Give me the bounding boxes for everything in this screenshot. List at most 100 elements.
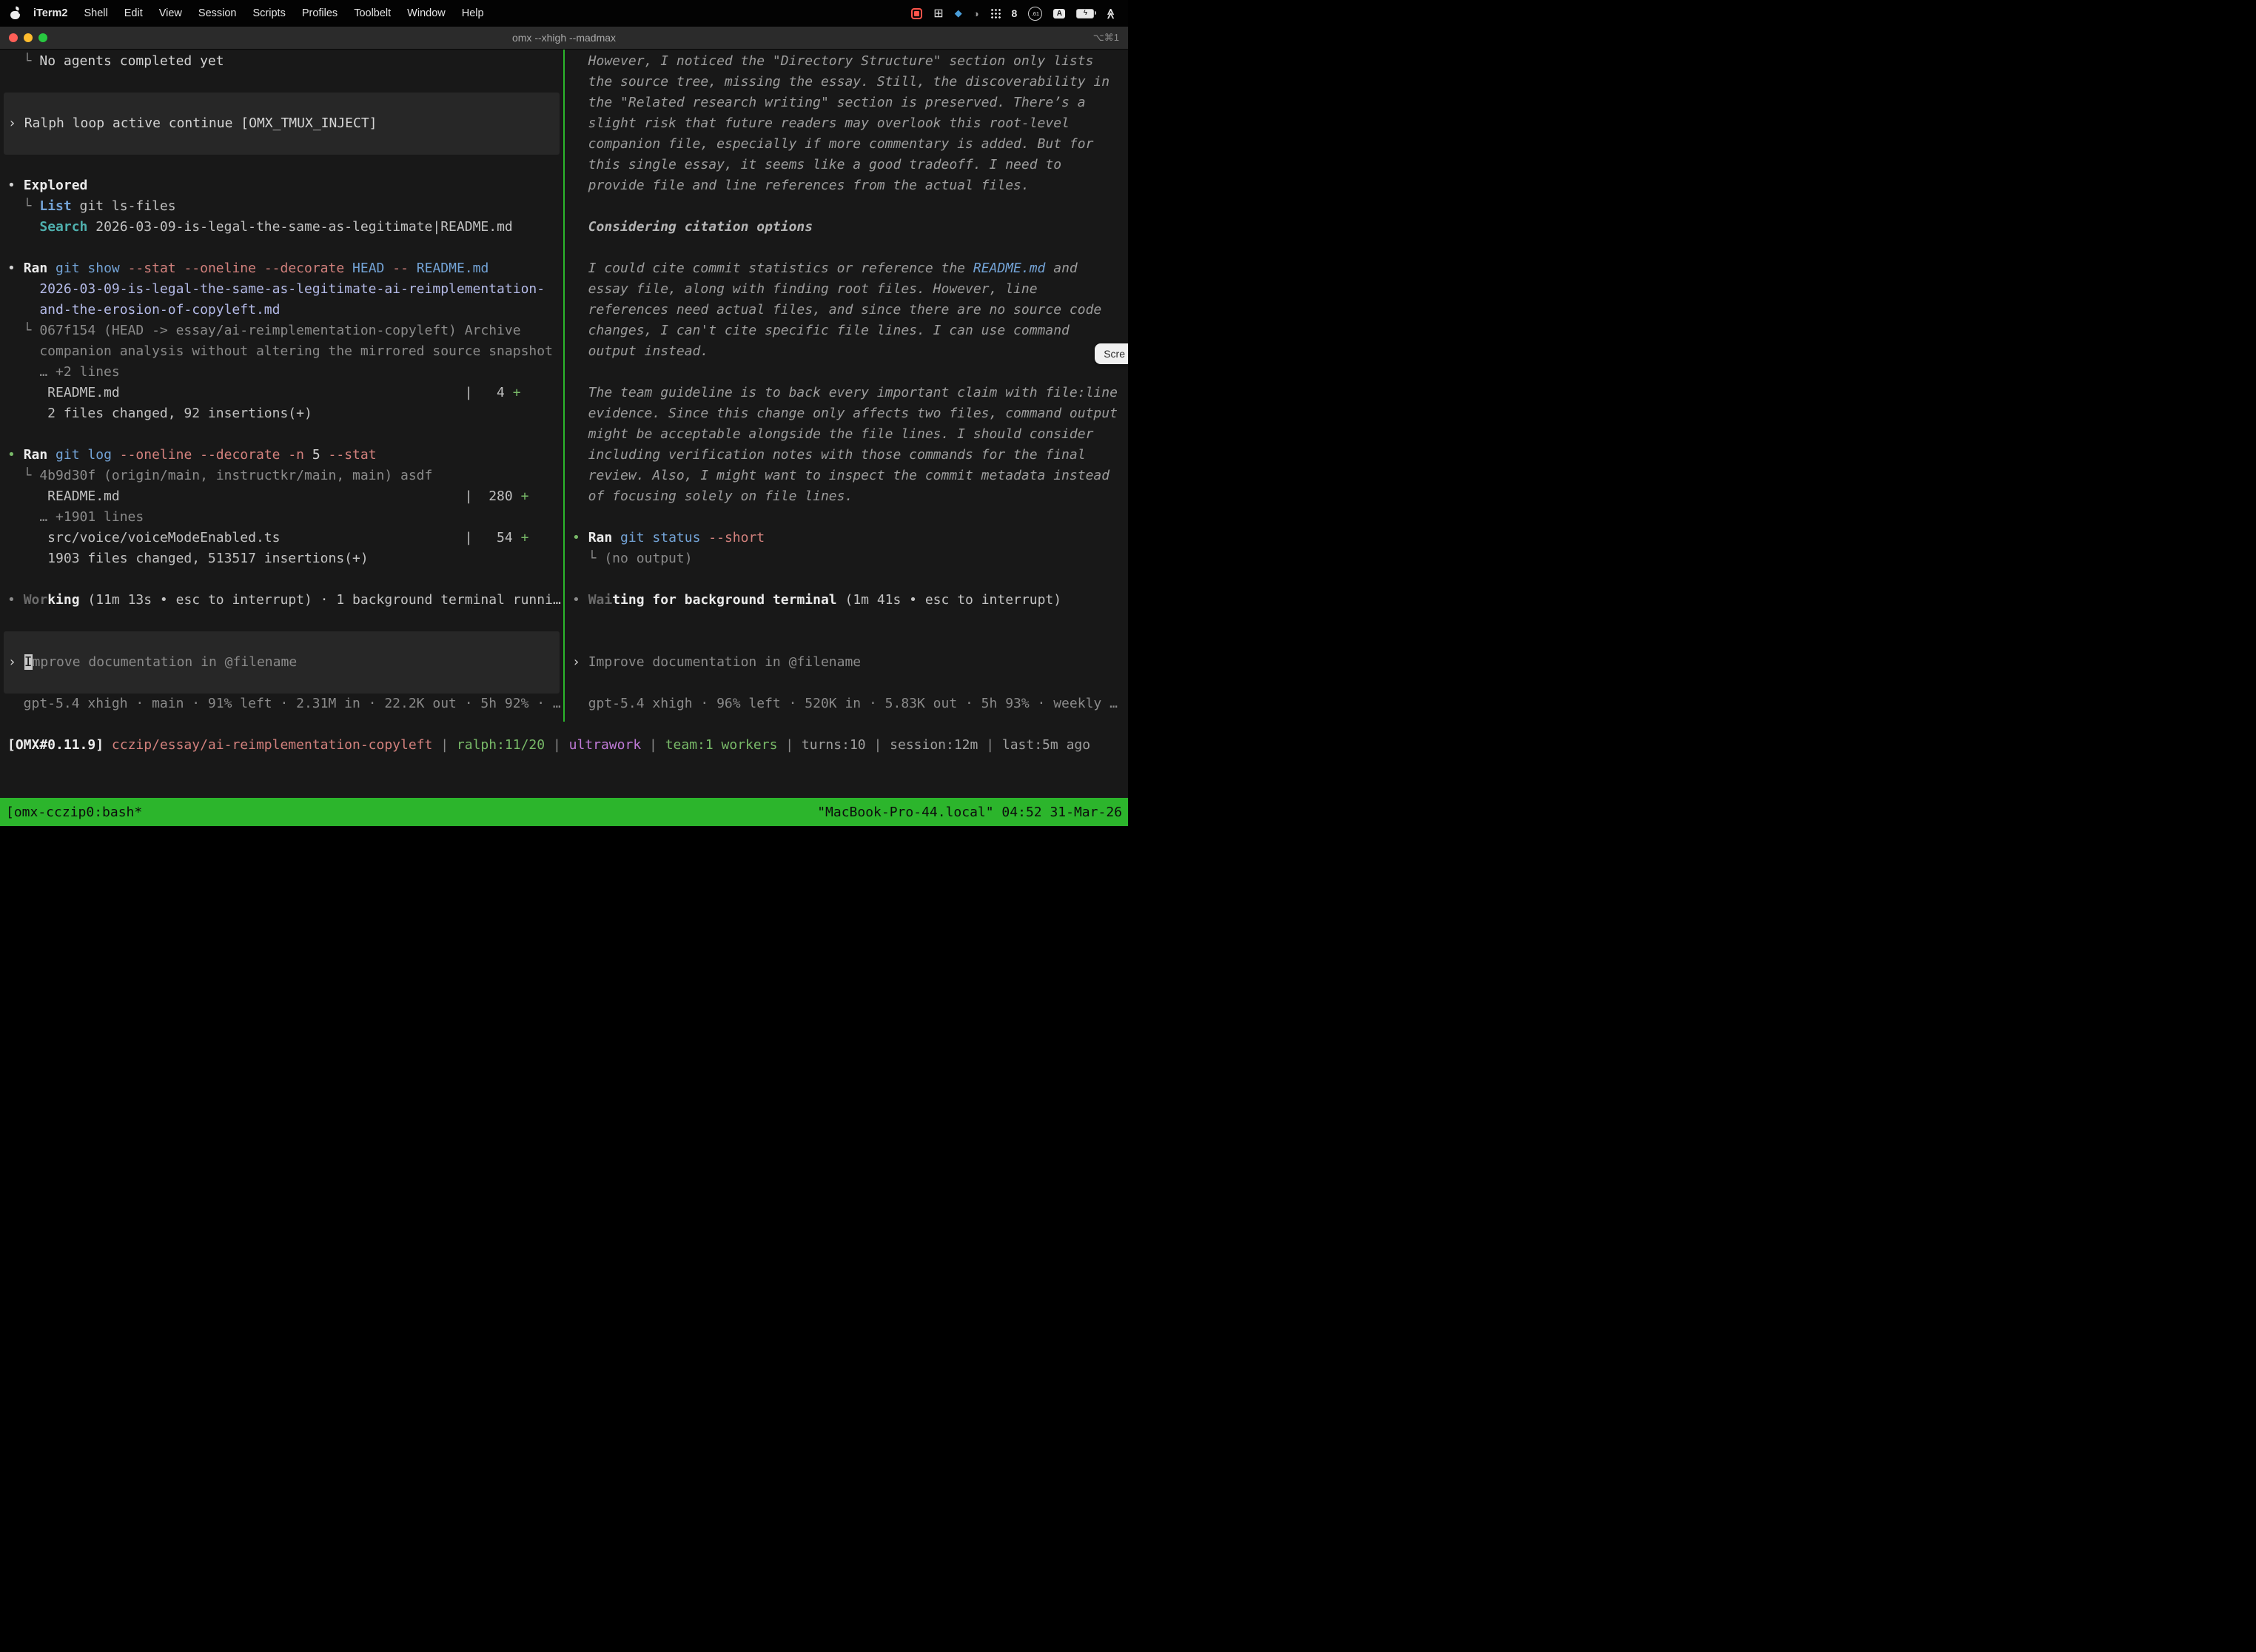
text-segment: 1903 files changed, 513517 insertions(+)	[7, 551, 369, 566]
menu-edit[interactable]: Edit	[116, 7, 151, 19]
waiting-status-line: • Waiting for background terminal (1m 41…	[565, 590, 1128, 611]
grid-icon[interactable]: ⊞	[933, 6, 943, 21]
text-segment: git show	[56, 261, 120, 276]
text-segment	[700, 530, 708, 545]
text-segment: HEAD	[352, 261, 384, 276]
menu-help[interactable]: Help	[454, 7, 492, 19]
text-segment: List	[39, 198, 71, 214]
menu-iterm2[interactable]: iTerm2	[25, 7, 75, 19]
text-segment: gpt-5.4 xhigh · main · 91% left · 2.31M …	[7, 696, 561, 711]
ran-git-log: • Ran git log --oneline --decorate -n 5 …	[0, 445, 563, 466]
blank-line	[0, 611, 563, 631]
text-segment: output instead.	[572, 343, 708, 359]
menubar-status-icons: ⊞ ◆ ◑ 8 .61 Aϟ ≫	[911, 6, 1128, 21]
input-source-icon[interactable]: A	[1053, 9, 1065, 19]
text-segment: └	[7, 198, 39, 214]
text-segment: the source tree, missing the essay. Stil…	[572, 74, 1109, 90]
text-segment: 2026-03-09-is-legal-the-same-as-legitima…	[87, 219, 512, 235]
menu-shell[interactable]: Shell	[75, 7, 115, 19]
explored-search-line: Search 2026-03-09-is-legal-the-same-as-l…	[0, 217, 563, 238]
ralph-loop-banner: › Ralph loop active continue [OMX_TMUX_I…	[4, 93, 560, 155]
text-segment: references need actual files, and since …	[572, 302, 1101, 318]
text-segment: └ 4b9d30f (origin/main, instructkr/main,…	[7, 468, 432, 483]
reasoning-line: slight risk that future readers may over…	[565, 113, 1128, 134]
reasoning-heading: Considering citation options	[565, 217, 1128, 238]
text-segment: +	[521, 488, 529, 504]
window-shortcut: ⌥⌘1	[1093, 27, 1119, 49]
text-segment: └ 067f154 (HEAD -> essay/ai-reimplementa…	[7, 323, 521, 338]
figure-eight-icon[interactable]: 8	[1012, 7, 1018, 19]
reasoning-line: references need actual files, and since …	[565, 300, 1128, 320]
text-segment: 2 files changed, 92 insertions(+)	[7, 406, 312, 421]
reasoning-line: including verification notes with those …	[565, 445, 1128, 466]
text-segment: I could cite commit statistics or refere…	[572, 261, 973, 276]
reasoning-line: might be acceptable alongside the file l…	[565, 424, 1128, 445]
text-segment: gpt-5.4 xhigh · 96% left · 520K in · 5.8…	[572, 696, 1118, 711]
text-segment: •	[7, 447, 24, 463]
text-segment: this single essay, it seems like a good …	[572, 157, 1061, 172]
stat-readme-280: README.md| 280 +	[0, 486, 563, 507]
wifi-icon[interactable]: ≫	[1104, 8, 1117, 19]
text-segment	[120, 261, 128, 276]
more-lines-1901: … +1901 lines	[0, 507, 563, 528]
reasoning-line: this single essay, it seems like a good …	[565, 155, 1128, 175]
terminal-panes: └ No agents completed yet › Ralph loop ac…	[0, 50, 1128, 722]
text-segment: provide file and line references from th…	[572, 178, 1030, 193]
text-segment: companion analysis without altering the …	[7, 343, 553, 359]
text-segment: git ls-files	[72, 198, 176, 214]
prompt-input[interactable]: › Improve documentation in @filename	[4, 631, 560, 694]
reasoning-line: companion file, especially if more comme…	[565, 134, 1128, 155]
text-segment: •	[572, 530, 588, 545]
dark-app-icon[interactable]: ◑	[973, 8, 979, 19]
right-pane[interactable]: However, I noticed the "Directory Struct…	[565, 50, 1128, 722]
reasoning-line: I could cite commit statistics or refere…	[565, 258, 1128, 279]
left-pane[interactable]: └ No agents completed yet › Ralph loop ac…	[0, 50, 563, 722]
text-cursor: I	[24, 654, 33, 670]
text-segment: | 4	[465, 385, 513, 400]
text-segment	[47, 447, 56, 463]
text-segment: 2026-03-09-is-legal-the-same-as-legitima…	[7, 281, 545, 297]
blank-line	[0, 238, 563, 258]
dots-grid-icon[interactable]	[990, 8, 1001, 19]
blue-app-icon[interactable]: ◆	[955, 7, 962, 19]
prompt-input[interactable]: › Improve documentation in @filename	[565, 652, 1128, 673]
omx-status-line: [OMX#0.11.9] cczip/essay/ai-reimplementa…	[0, 735, 1128, 756]
text-segment: ultrawork	[569, 737, 642, 753]
text-segment: turns:10	[802, 737, 866, 753]
screen-recording-icon[interactable]	[911, 8, 922, 19]
gauge-icon[interactable]: .61	[1028, 7, 1042, 21]
reasoning-line: The team guideline is to back every impo…	[565, 383, 1128, 403]
text-segment: Improve documentation in @filename	[588, 654, 861, 670]
menu-view[interactable]: View	[151, 7, 190, 19]
text-segment: essay file, along with finding root file…	[572, 281, 1038, 297]
reasoning-line: of focusing solely on file lines.	[565, 486, 1128, 507]
screen-sharing-badge[interactable]: Scre	[1095, 343, 1128, 364]
text-segment: ›	[8, 115, 24, 131]
menubar-menus: iTerm2ShellEditViewSessionScriptsProfile…	[0, 7, 492, 19]
blank-line	[565, 673, 1128, 694]
text-segment: cczip/essay/ai-reimplementation-copyleft	[112, 737, 432, 753]
reasoning-line: evidence. Since this change only affects…	[565, 403, 1128, 424]
battery-icon[interactable]: ϟ	[1076, 9, 1094, 19]
menu-window[interactable]: Window	[399, 7, 454, 19]
text-segment: README.md	[417, 261, 489, 276]
text-segment: | 54	[465, 530, 521, 545]
menu-toolbelt[interactable]: Toolbelt	[346, 7, 399, 19]
text-segment: Wor	[24, 592, 48, 608]
reasoning-line: However, I noticed the "Directory Struct…	[565, 51, 1128, 72]
menu-session[interactable]: Session	[190, 7, 245, 19]
text-segment: |	[545, 737, 569, 753]
apple-menu-icon[interactable]	[10, 7, 21, 19]
text-segment: •	[7, 592, 24, 608]
text-segment: 5	[304, 447, 329, 463]
explored-list-line: └ List git ls-files	[0, 196, 563, 217]
text-segment	[7, 219, 39, 235]
no-agents-line: └ No agents completed yet	[0, 51, 563, 72]
menu-profiles[interactable]: Profiles	[294, 7, 346, 19]
blank-line	[565, 196, 1128, 217]
menubar: iTerm2ShellEditViewSessionScriptsProfile…	[0, 0, 1128, 27]
menu-scripts[interactable]: Scripts	[245, 7, 294, 19]
text-segment: |	[641, 737, 665, 753]
blank-line	[0, 569, 563, 590]
text-segment: ralph:11/20	[457, 737, 545, 753]
